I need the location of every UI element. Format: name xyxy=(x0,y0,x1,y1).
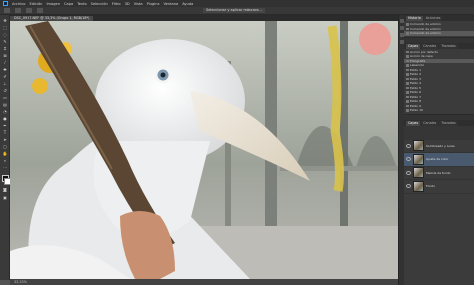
status-bar: 33,33% xyxy=(10,279,398,285)
pen-tool-icon[interactable]: ✒ xyxy=(2,123,8,128)
actions-list: Acción por defecto Acción de capa Fotogr… xyxy=(404,49,474,114)
tab-channels-2[interactable]: Canales xyxy=(421,120,439,126)
quick-select-tool-icon[interactable]: ✎ xyxy=(2,39,8,44)
layer-name: Ajuste de color xyxy=(426,157,449,162)
canvas-photo xyxy=(10,21,398,279)
healing-brush-tool-icon[interactable]: ✚ xyxy=(2,67,8,72)
layer-filter-controls[interactable] xyxy=(404,125,474,140)
layer-row[interactable]: Mezcla de fondo xyxy=(404,167,474,180)
layers-list: Sombreado y luces Ajuste de color Mezcla… xyxy=(404,140,474,194)
tab-paths[interactable]: Trazados xyxy=(439,43,458,49)
rectangle-tool-icon[interactable]: ▢ xyxy=(2,144,8,149)
subtract-selection-icon[interactable] xyxy=(37,8,43,13)
layer-row[interactable]: Sombreado y luces xyxy=(404,140,474,153)
marquee-tool-icon[interactable]: ⬚ xyxy=(2,25,8,30)
type-tool-icon[interactable]: T xyxy=(2,130,8,135)
screen-mode-icon[interactable]: ▣ xyxy=(2,195,8,200)
menu-item[interactable]: Vista xyxy=(134,2,143,6)
quick-mask-icon[interactable]: ◙ xyxy=(2,187,8,192)
visibility-eye-icon[interactable] xyxy=(406,184,411,189)
visibility-eye-icon[interactable] xyxy=(406,157,411,162)
zoom-tool-icon[interactable]: ⌕ xyxy=(2,158,8,163)
image-canvas[interactable] xyxy=(10,21,398,279)
layer-thumbnail xyxy=(413,180,424,192)
add-selection-icon[interactable] xyxy=(26,8,32,13)
lasso-tool-icon[interactable]: ◌ xyxy=(2,32,8,37)
eyedropper-tool-icon[interactable]: ⁄ xyxy=(2,60,8,65)
tab-history[interactable]: Historia xyxy=(406,16,423,21)
blur-tool-icon[interactable]: ◔ xyxy=(2,109,8,114)
tool-preset-icon[interactable] xyxy=(4,8,10,13)
menu-item[interactable]: Plugins xyxy=(147,2,160,6)
tools-panel: ✥ ⬚ ◌ ✎ ⌗ ⊠ ⁄ ✚ ✐ ⊥ ↺ ▭ ▤ ◔ ● ✒ T ➤ ▢ ✋ … xyxy=(0,15,11,280)
visibility-eye-icon[interactable] xyxy=(406,170,411,175)
layer-thumbnail xyxy=(413,140,424,152)
frame-tool-icon[interactable]: ⊠ xyxy=(2,53,8,58)
new-selection-icon[interactable] xyxy=(15,8,21,13)
menu-item[interactable]: Ayuda xyxy=(182,2,193,6)
menu-item[interactable]: Selección xyxy=(91,2,108,6)
layer-thumbnail xyxy=(413,153,424,165)
eraser-tool-icon[interactable]: ▭ xyxy=(2,95,8,100)
photoshop-logo-icon[interactable] xyxy=(3,1,8,6)
gradient-tool-icon[interactable]: ▤ xyxy=(2,102,8,107)
hand-tool-icon[interactable]: ✋ xyxy=(2,151,8,156)
move-tool-icon[interactable]: ✥ xyxy=(2,18,8,23)
menu-item[interactable]: Capa xyxy=(64,2,73,6)
layer-name: Mezcla de fondo xyxy=(426,170,451,175)
visibility-eye-icon[interactable] xyxy=(406,143,411,148)
menu-bar: Archivo Edición Imagen Capa Texto Selecc… xyxy=(0,0,474,7)
more-tools-icon[interactable]: ⋯ xyxy=(2,165,8,170)
menu-item[interactable]: Ventana xyxy=(163,2,178,6)
layer-name: Sombreado y luces xyxy=(426,143,455,148)
history-list: Comando de edición Comando de edición Co… xyxy=(404,21,474,37)
menu-item[interactable]: Archivo xyxy=(12,2,25,6)
crop-tool-icon[interactable]: ⌗ xyxy=(2,46,8,51)
tab-layers-2[interactable]: Capas xyxy=(406,120,421,126)
options-bar: Seleccionar y aplicar máscara... xyxy=(0,7,474,15)
clone-stamp-tool-icon[interactable]: ⊥ xyxy=(2,81,8,86)
layer-thumbnail xyxy=(413,167,424,179)
menu-item[interactable]: Texto xyxy=(77,2,86,6)
select-and-mask-button[interactable]: Seleccionar y aplicar máscara... xyxy=(203,8,265,13)
menu-item[interactable]: 3D xyxy=(125,2,130,6)
tab-channels[interactable]: Canales xyxy=(421,43,439,49)
menu-item[interactable]: Imagen xyxy=(46,2,60,6)
layer-name: Fondo xyxy=(426,184,436,189)
layer-row[interactable]: Ajuste de color xyxy=(404,153,474,167)
layer-row[interactable]: Fondo xyxy=(404,180,474,194)
brush-tool-icon[interactable]: ✐ xyxy=(2,74,8,79)
history-brush-tool-icon[interactable]: ↺ xyxy=(2,88,8,93)
tab-paths-2[interactable]: Trazados xyxy=(439,120,458,126)
menu-item[interactable]: Edición xyxy=(29,2,42,6)
right-panels: Historia Acciones Comando de edición Com… xyxy=(404,15,474,285)
tab-actions[interactable]: Acciones xyxy=(423,16,443,21)
menu-item[interactable]: Filtro xyxy=(112,2,121,6)
zoom-readout[interactable]: 33,33% xyxy=(14,280,27,284)
action-item[interactable]: Estilo 10 xyxy=(404,108,474,113)
dodge-tool-icon[interactable]: ● xyxy=(2,116,8,121)
tab-layers[interactable]: Capas xyxy=(406,43,421,49)
history-item[interactable]: Comando de edición xyxy=(404,31,474,36)
path-select-tool-icon[interactable]: ➤ xyxy=(2,137,8,142)
